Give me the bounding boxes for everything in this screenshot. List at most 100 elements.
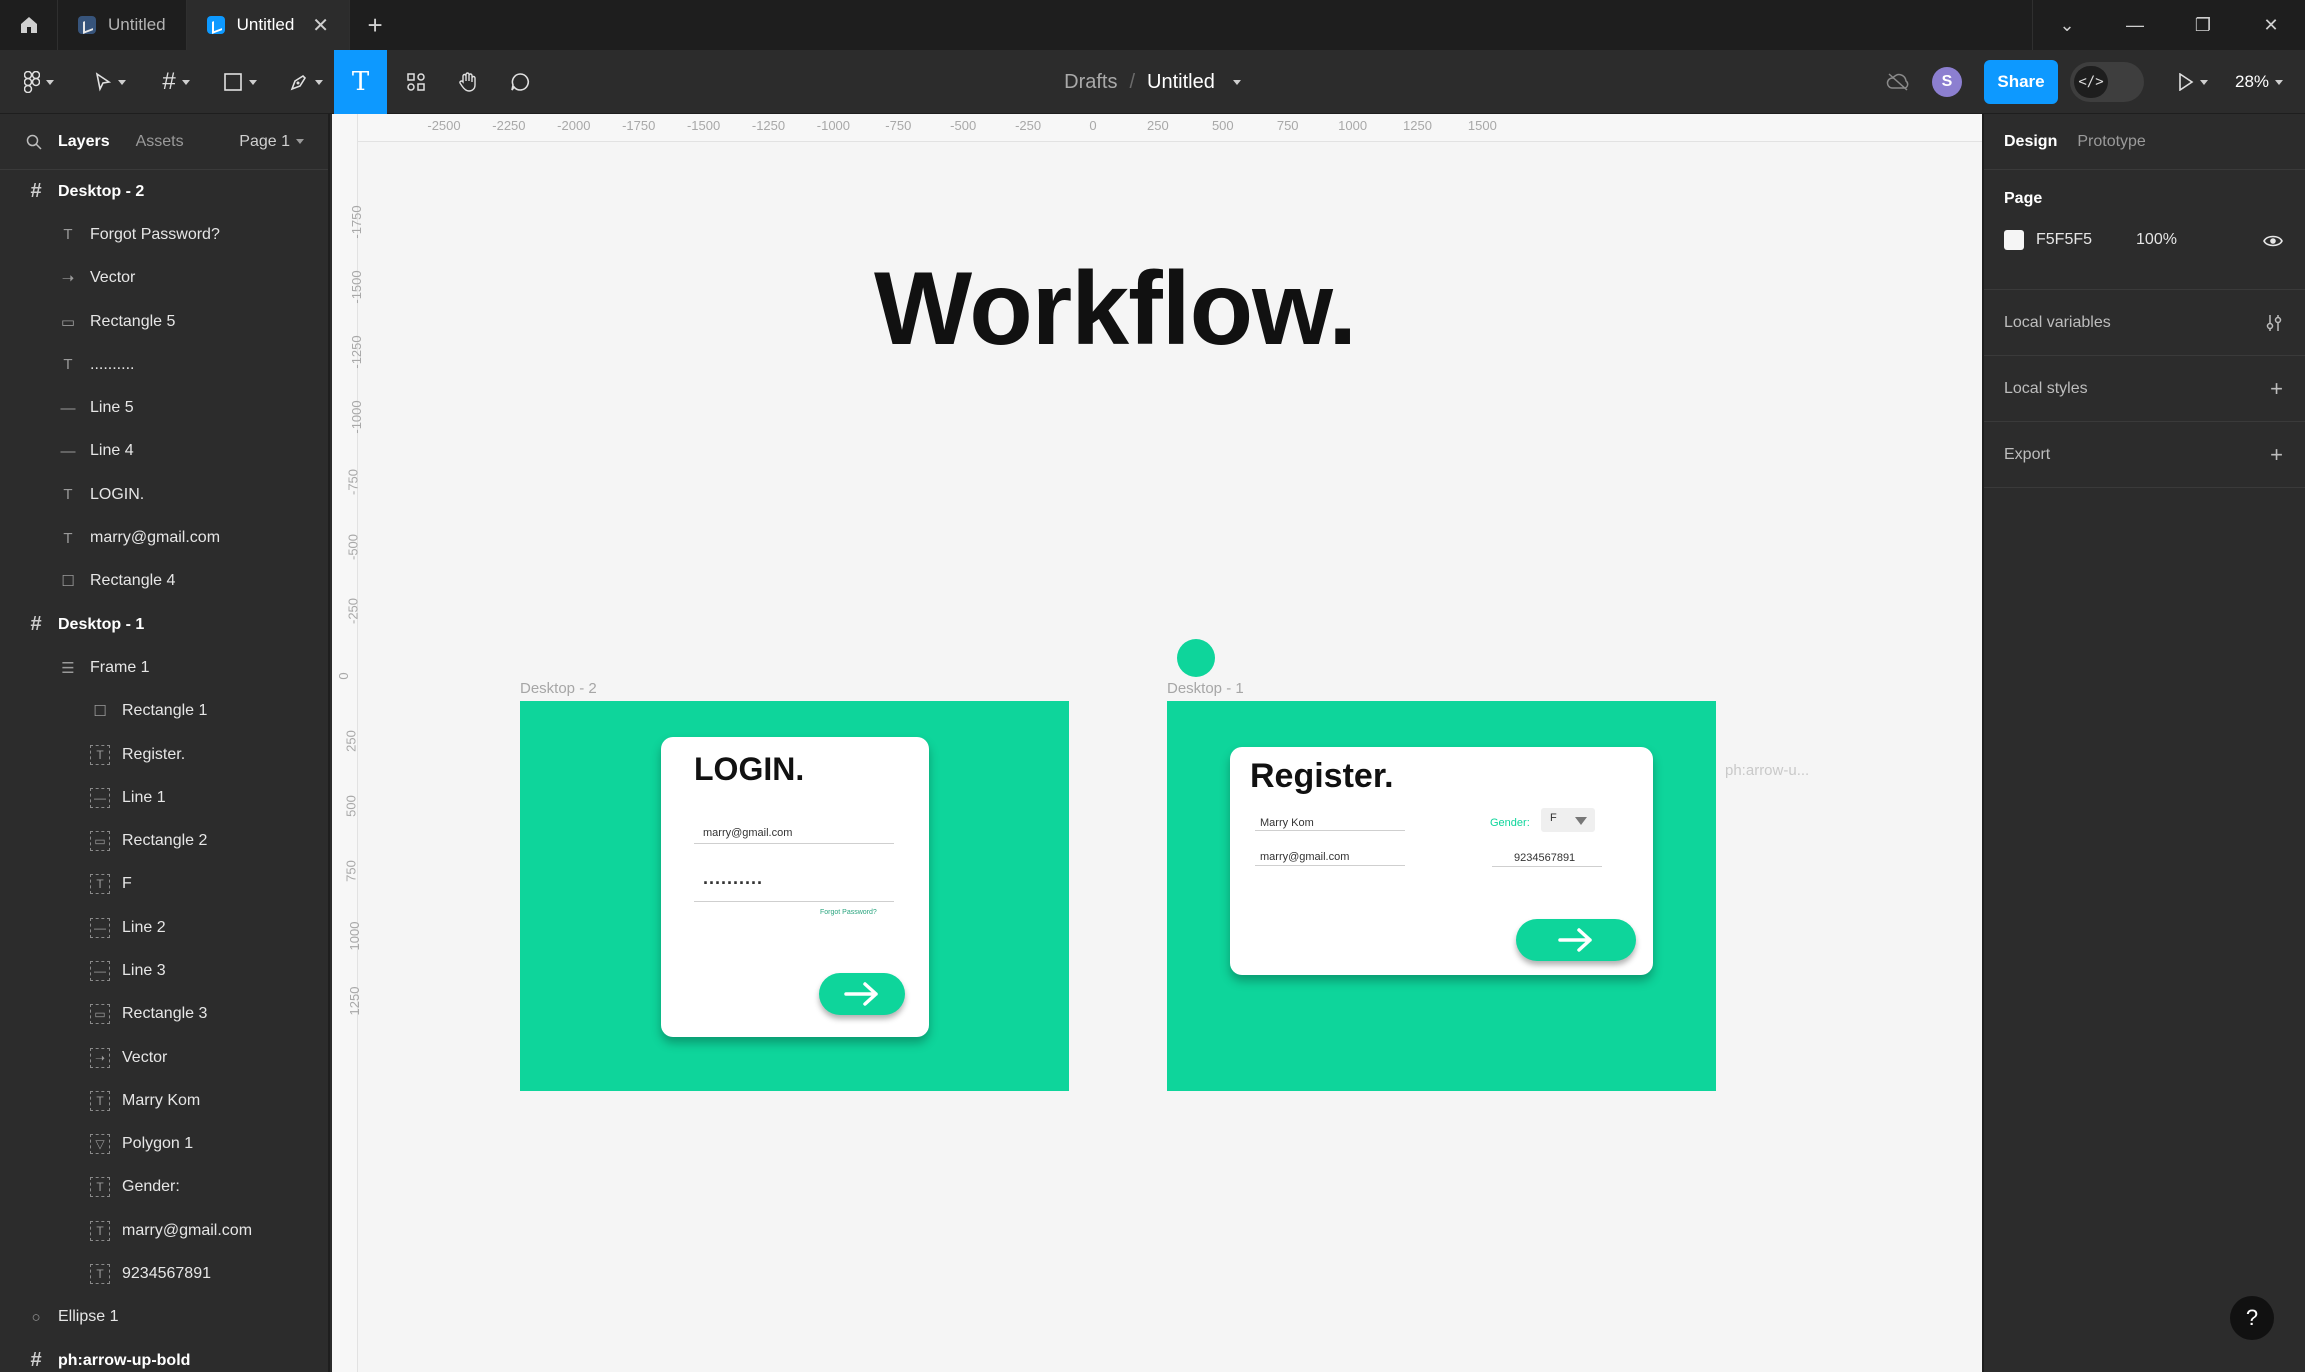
ruler-tick-label: -1500 [686, 118, 721, 133]
layer-row[interactable]: — Line 1 [0, 776, 328, 819]
layer-row[interactable]: # ph:arrow-up-bold [0, 1339, 328, 1372]
file-name[interactable]: Untitled [1147, 71, 1215, 94]
layer-label: .......... [90, 355, 135, 373]
comment-tool[interactable] [498, 50, 542, 114]
login-email-text: marry@gmail.com [703, 827, 793, 839]
layer-row[interactable]: ▭ Rectangle 5 [0, 300, 328, 343]
ellipse-1[interactable] [1177, 639, 1215, 677]
phone-text: 9234567891 [1514, 852, 1576, 864]
layer-row[interactable]: — Line 4 [0, 430, 328, 473]
restore-button[interactable]: ❐ [2169, 0, 2237, 50]
layer-row[interactable]: TF [0, 863, 328, 906]
plus-icon[interactable]: + [2270, 376, 2283, 402]
new-tab-button[interactable]: + [350, 0, 400, 50]
workflow-heading[interactable]: Workflow. [874, 250, 1357, 369]
page-selector[interactable]: Page 1 [239, 133, 304, 151]
frame-desktop-1[interactable]: Register. Marry Kom Gender: F marry@gmai… [1167, 701, 1716, 1091]
layer-row[interactable]: T LOGIN. [0, 473, 328, 516]
register-submit-button[interactable] [1516, 919, 1636, 961]
text-tool[interactable]: T [334, 50, 387, 114]
breadcrumb-drafts[interactable]: Drafts [1064, 71, 1117, 94]
frame-label-desktop-1[interactable]: Desktop - 1 [1167, 680, 1244, 697]
local-variables-section[interactable]: Local variables [1984, 290, 2305, 356]
layer-row[interactable]: Tmarry@gmail.com [0, 516, 328, 559]
export-section[interactable]: Export + [1984, 422, 2305, 488]
close-window-button[interactable]: ✕ [2237, 0, 2305, 50]
local-styles-section[interactable]: Local styles + [1984, 356, 2305, 422]
close-icon[interactable]: ✕ [312, 13, 329, 38]
line-2 [1255, 865, 1405, 866]
ruler-tick-label: 250 [343, 730, 359, 753]
layer-row[interactable]: ▭ Rectangle 3 [0, 993, 328, 1036]
search-icon[interactable] [26, 134, 42, 150]
home-button[interactable] [0, 0, 58, 50]
layer-row[interactable]: T Register. [0, 733, 328, 776]
help-button[interactable]: ? [2230, 1296, 2274, 1340]
layer-row[interactable]: ➝ Vector [0, 1036, 328, 1079]
ruler-tick-label: 0 [1089, 118, 1097, 133]
login-submit-button[interactable] [819, 973, 905, 1015]
pen-tool[interactable] [282, 50, 330, 114]
register-card[interactable]: Register. Marry Kom Gender: F marry@gmai… [1230, 747, 1653, 975]
present-button[interactable] [2168, 50, 2218, 114]
chevron-down-icon[interactable] [1232, 79, 1241, 85]
frame-label-desktop-2[interactable]: Desktop - 2 [520, 680, 597, 697]
page-color-hex[interactable]: F5F5F5 [2036, 231, 2092, 249]
tabs-dropdown-button[interactable]: ⌄ [2033, 0, 2101, 50]
plus-icon[interactable]: + [2270, 442, 2283, 468]
layer-row[interactable]: ☐ Rectangle 1 [0, 690, 328, 733]
minimize-button[interactable]: — [2101, 0, 2169, 50]
dev-mode-toggle[interactable]: </> [2070, 62, 2144, 102]
resources-tool[interactable] [394, 50, 438, 114]
layer-row[interactable]: T Gender: [0, 1166, 328, 1209]
page-fill-row[interactable]: F5F5F5 100% [2004, 230, 2177, 250]
move-tool[interactable] [86, 50, 134, 114]
layer-row[interactable]: T Forgot Password? [0, 213, 328, 256]
layer-row[interactable]: # Desktop - 2 [0, 170, 328, 213]
layer-row[interactable]: T 9234567891 [0, 1252, 328, 1295]
frame-tool[interactable]: # [152, 50, 200, 114]
avatar[interactable]: S [1932, 67, 1962, 97]
local-styles-label: Local styles [2004, 379, 2088, 397]
eye-icon[interactable] [2263, 234, 2283, 248]
frame-label-ph-arrow[interactable]: ph:arrow-u... [1725, 762, 1809, 779]
canvas[interactable]: -2500 -2250 -2000 -1750 -1500 -1250 -1000 -750-… [332, 114, 1982, 1372]
register-title: Register. [1250, 757, 1394, 795]
text-icon: T [63, 486, 73, 504]
login-title: LOGIN. [694, 751, 805, 787]
layer-row[interactable]: T.......... [0, 343, 328, 386]
layer-row[interactable]: ○ Ellipse 1 [0, 1296, 328, 1339]
login-card[interactable]: LOGIN. marry@gmail.com .......... Forgot… [661, 737, 929, 1037]
tab-layers[interactable]: Layers [58, 133, 110, 151]
ruler-tick-label: 0 [336, 672, 352, 680]
zoom-menu[interactable]: 28% [2235, 50, 2284, 114]
sliders-icon[interactable] [2265, 313, 2283, 333]
share-button[interactable]: Share [1984, 60, 2058, 104]
tab-design[interactable]: Design [2004, 133, 2057, 151]
tab-prototype[interactable]: Prototype [2077, 133, 2145, 151]
gender-select[interactable]: F [1541, 808, 1595, 832]
layer-row[interactable]: — Line 3 [0, 949, 328, 992]
ruler-tick-label: -250 [345, 598, 361, 625]
layer-row[interactable]: ➝ Vector [0, 257, 328, 300]
layer-row[interactable]: # Desktop - 1 [0, 603, 328, 646]
hand-tool[interactable] [446, 50, 490, 114]
restore-icon: ❐ [2194, 14, 2212, 35]
main-menu-button[interactable] [14, 50, 64, 114]
layer-row[interactable]: T Marry Kom [0, 1079, 328, 1122]
figma-logo-icon [24, 71, 40, 93]
tab-untitled-2[interactable]: Untitled ✕ [186, 0, 351, 50]
layer-row[interactable]: Tmarry@gmail.com [0, 1209, 328, 1252]
layer-row[interactable]: ☐ Rectangle 4 [0, 560, 328, 603]
tab-untitled-1[interactable]: Untitled [58, 0, 187, 50]
layer-row[interactable]: — Line 2 [0, 906, 328, 949]
layer-row[interactable]: ▽ Polygon 1 [0, 1123, 328, 1166]
color-swatch[interactable] [2004, 230, 2024, 250]
shape-tool[interactable] [216, 50, 264, 114]
layer-row[interactable]: — Line 5 [0, 386, 328, 429]
frame-desktop-2[interactable]: LOGIN. marry@gmail.com .......... Forgot… [520, 701, 1069, 1091]
layer-row[interactable]: ☰ Frame 1 [0, 646, 328, 689]
page-opacity[interactable]: 100% [2136, 231, 2177, 249]
tab-assets[interactable]: Assets [136, 133, 184, 151]
layer-row[interactable]: ▭ Rectangle 2 [0, 819, 328, 862]
